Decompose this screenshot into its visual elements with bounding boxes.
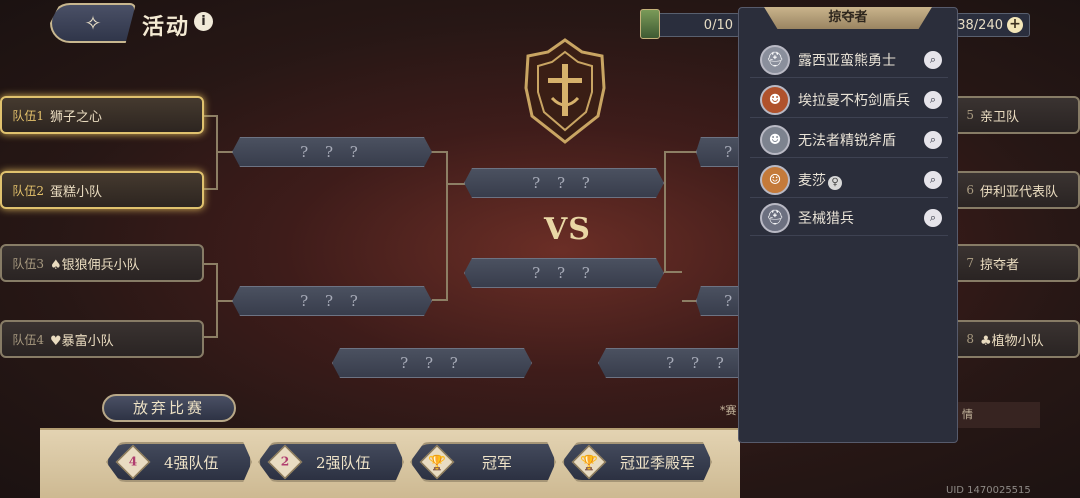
stage-label: 冠军 bbox=[482, 453, 513, 472]
member-name: 无法者精锐斧盾 bbox=[798, 132, 896, 149]
avatar: ⛑ bbox=[760, 44, 790, 75]
stage-badge-icon: 4 bbox=[115, 444, 151, 480]
avatar: ⛑ bbox=[760, 202, 790, 233]
card-icon bbox=[640, 9, 660, 39]
card-count: 0/10 bbox=[703, 17, 733, 33]
semifinal-slot-left-top: ? ? ? bbox=[232, 137, 432, 167]
avatar: ☻ bbox=[760, 84, 790, 115]
team-name: ♥暴富小队 bbox=[50, 333, 114, 349]
energy-count: 38/240 bbox=[957, 17, 1003, 33]
female-icon: ♀ bbox=[828, 175, 842, 190]
search-icon[interactable]: ⌕ bbox=[924, 130, 942, 149]
card-counter: 0/10 bbox=[648, 13, 740, 37]
stage-tab-top4[interactable]: 4 4强队伍 bbox=[106, 442, 252, 482]
roster-member-3[interactable]: ☻ 无法者精锐斧盾 ⌕ bbox=[750, 122, 948, 158]
popup-title: 掠夺者 bbox=[764, 7, 932, 29]
team-tag: 队伍2 bbox=[12, 183, 44, 198]
stage-label: 2强队伍 bbox=[316, 453, 371, 472]
vs-label: VS bbox=[544, 212, 591, 247]
stage-tab-podium[interactable]: 🏆 冠亚季殿军 bbox=[562, 442, 712, 482]
team-slot-3[interactable]: 队伍3 ♠银狼佣兵小队 bbox=[0, 244, 204, 282]
stage-label: 4强队伍 bbox=[164, 453, 219, 472]
team-name: 伊利亚代表队 bbox=[980, 184, 1059, 200]
member-name: 麦莎 ♀ bbox=[798, 170, 924, 190]
search-icon[interactable]: ⌕ bbox=[924, 50, 942, 69]
member-name: 露西亚蛮熊勇士 bbox=[798, 52, 896, 69]
avatar: ☻ bbox=[760, 124, 790, 155]
third-place-slot-left: ? ? ? bbox=[332, 348, 532, 378]
final-slot-top: ? ? ? bbox=[464, 168, 664, 198]
energy-counter: 38/240 + bbox=[956, 13, 1030, 37]
search-icon[interactable]: ⌕ bbox=[924, 170, 942, 189]
back-button[interactable]: ✧ bbox=[50, 3, 136, 43]
semifinal-slot-left-bottom: ? ? ? bbox=[232, 286, 432, 316]
stage-label: 冠亚季殿军 bbox=[620, 453, 696, 472]
avatar: ☺ bbox=[760, 164, 790, 195]
team-tag: 队伍4 bbox=[12, 332, 44, 347]
back-arrow-icon: ✧ bbox=[84, 11, 102, 35]
trophy-icon: 🏆 bbox=[571, 444, 607, 480]
info-icon[interactable]: i bbox=[194, 12, 213, 31]
member-name: 埃拉曼不朽剑盾兵 bbox=[798, 92, 910, 109]
member-name: 圣械猎兵 bbox=[798, 210, 854, 227]
quit-match-button[interactable]: 放弃比赛 bbox=[102, 394, 236, 422]
team-slot-1[interactable]: 队伍1 狮子之心 bbox=[0, 96, 204, 134]
team-name: 掠夺者 bbox=[980, 257, 1020, 273]
notice-text: *赛 bbox=[720, 404, 737, 417]
team-name: 狮子之心 bbox=[50, 109, 103, 125]
team-name: 亲卫队 bbox=[980, 109, 1020, 125]
stage-badge-icon: 2 bbox=[267, 444, 303, 480]
roster-member-4[interactable]: ☺ 麦莎 ♀ ⌕ bbox=[750, 162, 948, 198]
team-name: 蛋糕小队 bbox=[50, 184, 103, 200]
user-id: UID 1470025515 bbox=[946, 485, 1031, 496]
roster-member-1[interactable]: ⛑ 露西亚蛮熊勇士 ⌕ bbox=[750, 42, 948, 78]
add-energy-button[interactable]: + bbox=[1007, 17, 1023, 33]
roster-member-5[interactable]: ⛑ 圣械猎兵 ⌕ bbox=[750, 200, 948, 236]
tournament-crest-icon bbox=[524, 38, 606, 144]
team-slot-2[interactable]: 队伍2 蛋糕小队 bbox=[0, 171, 204, 209]
roster-member-2[interactable]: ☻ 埃拉曼不朽剑盾兵 ⌕ bbox=[750, 82, 948, 118]
final-slot-bottom: ? ? ? bbox=[464, 258, 664, 288]
team-name: ♠银狼佣兵小队 bbox=[50, 257, 140, 273]
page-title: 活动 bbox=[142, 14, 191, 40]
team-slot-4[interactable]: 队伍4 ♥暴富小队 bbox=[0, 320, 204, 358]
search-icon[interactable]: ⌕ bbox=[924, 90, 942, 109]
stage-tab-top2[interactable]: 2 2强队伍 bbox=[258, 442, 404, 482]
notice-text-right: 情 bbox=[958, 402, 1040, 428]
search-icon[interactable]: ⌕ bbox=[924, 208, 942, 227]
stage-tab-champion[interactable]: 🏆 冠军 bbox=[410, 442, 556, 482]
trophy-icon: 🏆 bbox=[419, 444, 455, 480]
team-tag: 队伍1 bbox=[12, 108, 44, 123]
team-name: ♣植物小队 bbox=[980, 333, 1044, 349]
team-tag: 队伍3 bbox=[12, 256, 44, 271]
